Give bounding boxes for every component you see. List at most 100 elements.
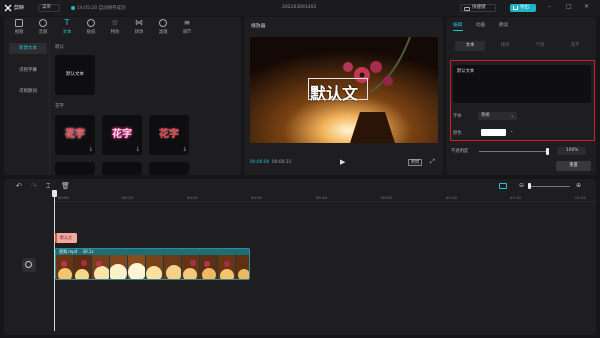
clip-thumbnail <box>56 255 73 279</box>
clip-thumbnail <box>182 255 199 279</box>
redo-icon[interactable]: ↷ <box>31 182 37 190</box>
subtab-bubble[interactable]: 气泡 <box>525 41 555 51</box>
video-clip[interactable]: 视频.mp4 30.1s <box>55 248 250 280</box>
media-tabs: 视频 音频 T 文本 贴纸 ☆ 特效 ⋈ 转场 滤镜 ≡ 调节 <box>4 17 241 39</box>
text-overlay-frame[interactable]: 默认文 <box>308 78 368 103</box>
video-clip-duration: 30.1s <box>82 249 94 254</box>
fancy-text-card[interactable]: 花字 ⤓ <box>55 115 95 155</box>
ruler-tick: 00:30 <box>251 195 262 200</box>
delete-icon[interactable]: 🗑 <box>61 182 70 190</box>
tab-adjust[interactable]: ≡ 调节 <box>176 18 198 36</box>
ruler-tick: 00:20 <box>187 195 198 200</box>
zoom-in-icon[interactable]: ⊕ <box>576 182 581 189</box>
text-clip[interactable]: 默认文 <box>55 233 77 243</box>
filter-icon <box>159 19 167 27</box>
video-preview[interactable]: 默认文 <box>250 37 438 143</box>
subtab-fancy[interactable]: 花字 <box>560 41 590 51</box>
subtab-text[interactable]: 文本 <box>455 41 485 51</box>
clip-thumbnail <box>164 255 181 279</box>
snap-icon[interactable] <box>499 183 507 189</box>
opacity-input[interactable]: 100% <box>557 147 586 155</box>
zoom-slider-handle[interactable] <box>528 183 531 189</box>
close-icon[interactable]: ✕ <box>584 3 589 10</box>
chevron-down-icon[interactable]: ⌄ <box>510 128 513 133</box>
font-select[interactable]: 系统 ⌄ <box>478 112 517 120</box>
tab-label: 调节 <box>182 30 192 35</box>
tab-sticker[interactable]: 贴纸 <box>80 19 102 35</box>
player-label: 播放器 <box>251 24 266 29</box>
adjust-icon: ≡ <box>183 18 191 27</box>
video-clip-name: 视频.mp4 <box>59 249 78 254</box>
subtab-arrange[interactable]: 排列 <box>490 41 520 51</box>
minimize-icon[interactable]: – <box>548 3 551 10</box>
fullscreen-icon[interactable]: ⤢ <box>430 158 435 166</box>
shortcut-button[interactable]: 快捷键 <box>460 4 496 12</box>
app-logo-icon <box>4 4 12 12</box>
fancy-text-card[interactable] <box>55 162 95 175</box>
tab-label: 滤镜 <box>158 30 168 35</box>
split-icon[interactable]: ⌶ <box>46 182 50 191</box>
sidebar-item-new-text[interactable]: 新建文本 <box>9 43 47 54</box>
fancy-text-card[interactable] <box>102 162 142 175</box>
audio-icon <box>39 19 47 27</box>
effects-icon: ☆ <box>111 18 119 27</box>
menu-button[interactable]: 菜单 <box>38 3 60 12</box>
playhead[interactable] <box>54 191 55 331</box>
zoom-out-icon[interactable]: ⊖ <box>519 182 524 189</box>
playhead-handle[interactable] <box>52 190 57 197</box>
tab-edit[interactable]: 编辑 <box>453 22 462 28</box>
download-icon[interactable]: ⤓ <box>137 146 139 152</box>
play-icon[interactable]: ▶ <box>340 158 345 166</box>
opacity-slider-handle[interactable] <box>546 148 549 155</box>
undo-icon[interactable]: ↶ <box>16 182 22 190</box>
shortcut-label: 快捷键 <box>472 5 486 10</box>
tab-effects[interactable]: ☆ 特效 <box>104 18 126 36</box>
default-text-card[interactable]: 默认文本 <box>55 55 95 95</box>
sidebar-item-recognize-subtitles[interactable]: 识别字幕 <box>9 65 47 76</box>
ruler-tick: 00:50 <box>381 195 392 200</box>
tab-animation[interactable]: 动画 <box>476 22 485 28</box>
track-control[interactable] <box>22 258 36 272</box>
maximize-icon[interactable]: □ <box>566 3 572 10</box>
tab-label: 音频 <box>38 30 48 35</box>
export-label: 导出 <box>520 5 529 10</box>
sidebar-item-recognize-lyrics[interactable]: 识别歌词 <box>9 86 47 97</box>
app-name: 剪映 <box>14 5 25 11</box>
tab-label: 特效 <box>110 30 120 35</box>
tab-transition[interactable]: ⋈ 转场 <box>128 19 150 36</box>
text-sidebar: 新建文本 识别字幕 识别歌词 <box>4 39 50 175</box>
reset-button[interactable]: 重置 <box>556 161 591 171</box>
tab-audio[interactable]: 音频 <box>32 19 54 35</box>
tab-text[interactable]: T 文本 <box>56 19 78 36</box>
fancy-text-preview: 花字 <box>112 129 132 140</box>
clip-thumbnail <box>146 255 163 279</box>
fancy-text-card[interactable] <box>149 162 189 175</box>
fancy-text-card[interactable]: 花字 ⤓ <box>102 115 142 155</box>
total-time: 00:00:31 <box>272 160 292 165</box>
default-text-card-label: 默认文本 <box>66 72 84 77</box>
zoom-slider[interactable] <box>528 186 570 187</box>
download-icon[interactable]: ⤓ <box>184 146 186 152</box>
fancy-text-card[interactable]: 花字 ⤓ <box>149 115 189 155</box>
color-swatch[interactable] <box>481 129 506 136</box>
text-content-input[interactable]: 默认文本 <box>453 65 591 103</box>
text-overlay: 默认文 <box>310 84 359 103</box>
tab-filter[interactable]: 滤镜 <box>152 19 174 35</box>
color-label: 颜色 <box>453 131 462 136</box>
download-icon[interactable]: ⤓ <box>90 146 92 152</box>
ruler-tick: 01:00 <box>446 195 457 200</box>
font-select-value: 系统 <box>481 113 490 118</box>
clip-thumbnail <box>236 255 249 279</box>
clip-thumbnail <box>218 255 235 279</box>
ruler-tick: 01:20 <box>575 195 586 200</box>
opacity-slider[interactable] <box>479 151 549 152</box>
document-title: 202103091402 <box>282 5 317 10</box>
sticker-icon <box>87 19 95 27</box>
track-cover-icon <box>25 261 32 268</box>
ruler-tick: 00:40 <box>316 195 327 200</box>
tab-read-aloud[interactable]: 朗读 <box>499 22 508 28</box>
tab-video[interactable]: 视频 <box>8 19 30 35</box>
clip-thumbnail <box>128 255 145 279</box>
aspect-ratio-button[interactable]: 原始 <box>408 159 422 166</box>
export-button[interactable]: 导出 <box>510 4 536 12</box>
